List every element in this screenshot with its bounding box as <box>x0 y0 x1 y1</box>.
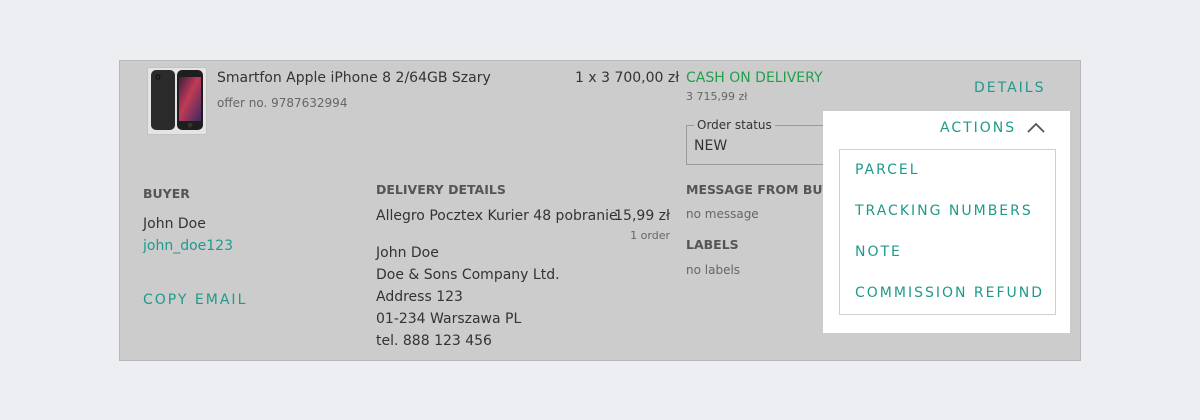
actions-panel: ACTIONS PARCEL TRACKING NUMBERS NOTE COM… <box>823 111 1070 333</box>
chevron-up-icon[interactable] <box>1026 122 1046 134</box>
quantity-price: 1 x 3 700,00 zł <box>575 70 680 86</box>
order-total: 3 715,99 zł <box>686 90 748 103</box>
labels-value: no labels <box>686 263 741 277</box>
address-line: Address 123 <box>376 289 463 305</box>
buyer-heading: BUYER <box>143 186 190 201</box>
actions-button[interactable]: ACTIONS <box>940 120 1016 136</box>
product-image[interactable] <box>147 67 207 135</box>
actions-menu: PARCEL TRACKING NUMBERS NOTE COMMISSION … <box>839 149 1056 315</box>
order-status-value: NEW <box>694 138 728 154</box>
delivery-method: Allegro Pocztex Kurier 48 pobranie <box>376 208 618 224</box>
menu-item-commission-refund[interactable]: COMMISSION REFUND <box>855 285 1044 301</box>
delivery-heading: DELIVERY DETAILS <box>376 182 506 197</box>
labels-heading: LABELS <box>686 237 739 252</box>
menu-item-tracking-numbers[interactable]: TRACKING NUMBERS <box>855 203 1033 219</box>
copy-email-button[interactable]: COPY EMAIL <box>143 292 247 308</box>
product-title: Smartfon Apple iPhone 8 2/64GB Szary <box>217 70 491 86</box>
details-link[interactable]: DETAILS <box>974 80 1045 96</box>
order-status-legend: Order status <box>694 118 775 132</box>
address-line: Doe & Sons Company Ltd. <box>376 267 560 283</box>
buyer-name: John Doe <box>143 216 206 232</box>
address-line: tel. 888 123 456 <box>376 333 492 349</box>
buyer-login-link[interactable]: john_doe123 <box>143 238 233 254</box>
message-value: no message <box>686 207 759 221</box>
delivery-price: 15,99 zł <box>614 208 670 224</box>
menu-item-parcel[interactable]: PARCEL <box>855 162 920 178</box>
delivery-order-count: 1 order <box>630 229 670 242</box>
payment-method: CASH ON DELIVERY <box>686 70 823 86</box>
address-line: 01-234 Warszawa PL <box>376 311 522 327</box>
address-line: John Doe <box>376 245 439 261</box>
offer-number: offer no. 9787632994 <box>217 96 348 110</box>
menu-item-note[interactable]: NOTE <box>855 244 902 260</box>
